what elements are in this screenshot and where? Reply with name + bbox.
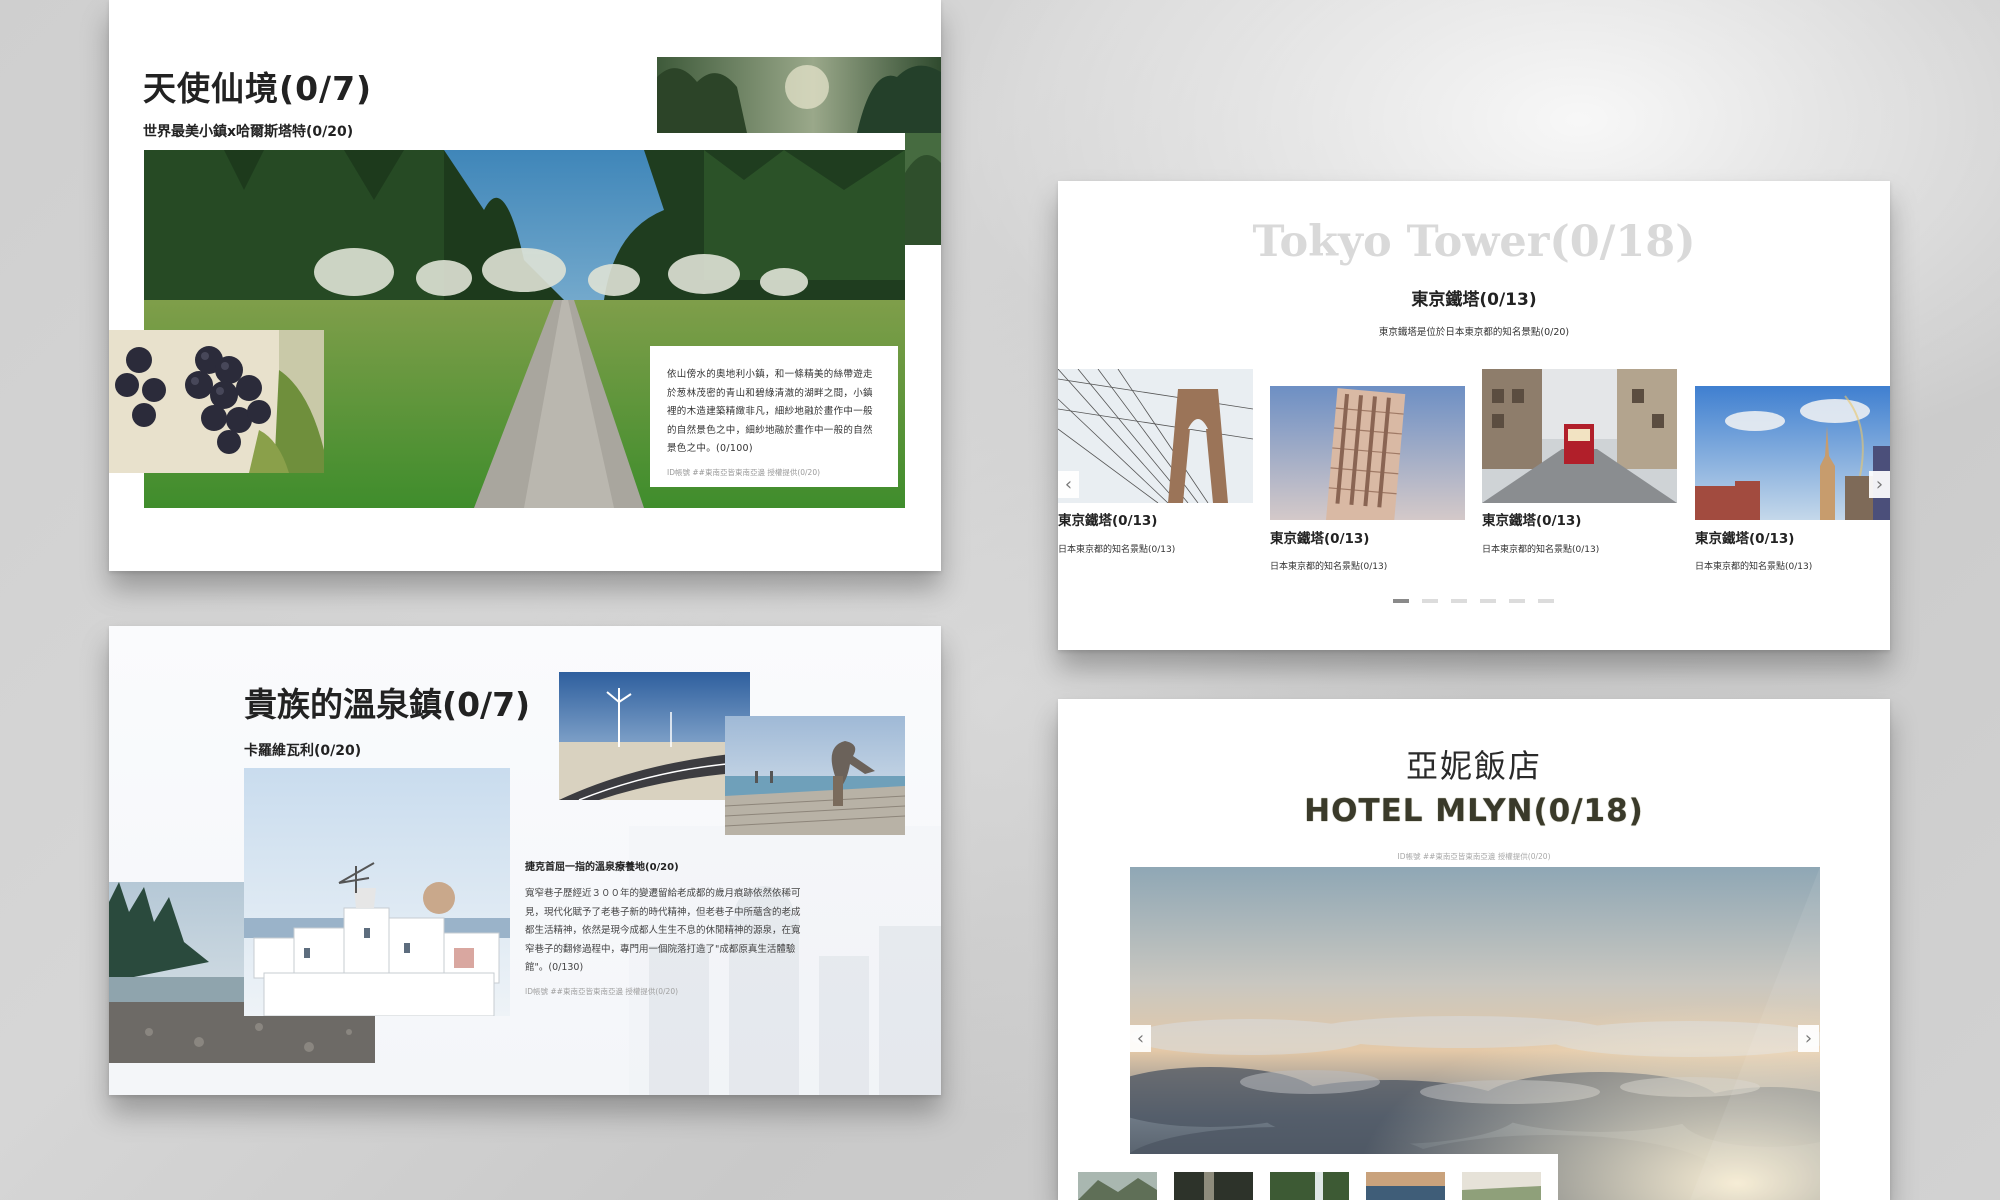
- photo-credit: ID帳號 ##東南亞皆東南亞邊 授權提供(0/20): [1397, 852, 1551, 861]
- thumbnail-misty-field[interactable]: [1462, 1172, 1541, 1200]
- slide-caption: 日本東京都的知名景點(0/13): [1058, 545, 1176, 555]
- hotel-hero-clouds-photo: [1130, 867, 1820, 1200]
- panel-title: 天使仙境(0/7): [143, 69, 373, 108]
- thumbnail-forest-dark[interactable]: [1174, 1172, 1253, 1200]
- thumbnail-waterfall[interactable]: [1270, 1172, 1349, 1200]
- carousel-next-button[interactable]: ›: [1869, 471, 1890, 498]
- panel-subtitle: 卡羅維瓦利(0/20): [244, 743, 362, 759]
- carousel-next-button[interactable]: ›: [1798, 1025, 1819, 1052]
- carousel-dot[interactable]: [1422, 599, 1438, 603]
- thumbnail-mountain[interactable]: [1078, 1172, 1157, 1200]
- slide-title[interactable]: 東京鐵塔(0/13): [1058, 509, 1157, 529]
- description-block: 捷克首屈一指的溫泉療養地(0/20) 寬窄巷子歷經近３００年的變遷留給老成都的歲…: [525, 858, 805, 997]
- carousel-dot[interactable]: [1451, 599, 1467, 603]
- description-text: 依山傍水的奧地利小鎮，和一條精美的絲帶遊走於葱林茂密的青山和碧綠清澈的湖畔之間，…: [667, 369, 873, 454]
- grapes-photo: [109, 330, 324, 473]
- description-text: 寬窄巷子歷經近３００年的變遷留給老成都的歲月痕跡依然依稀可見，現代化賦予了老巷子…: [525, 888, 801, 973]
- panel-title: 貴族的溫泉鎮(0/7): [244, 685, 531, 724]
- slide-title[interactable]: 東京鐵塔(0/13): [1270, 527, 1369, 547]
- carousel-dot-active[interactable]: [1393, 599, 1409, 603]
- panel-title: Tokyo Tower(0/18): [1252, 217, 1696, 267]
- forest-photo-strip: [905, 133, 941, 245]
- carousel-dot[interactable]: [1538, 599, 1554, 603]
- photo-credit: ID帳號 ##東南亞皆東南亞邊 授權提供(0/20): [525, 986, 679, 996]
- slide-photo-city-skyline[interactable]: [1695, 386, 1890, 520]
- slide-caption: 日本東京都的知名景點(0/13): [1695, 562, 1813, 572]
- pelican-pier-photo: [725, 716, 905, 835]
- carousel-dot[interactable]: [1480, 599, 1496, 603]
- photo-credit: ID帳號 ##東南亞皆東南亞邊 授權提供(0/20): [667, 467, 821, 477]
- santorini-town-photo: [244, 768, 510, 1016]
- panel-subtitle: 世界最美小鎮x哈爾斯塔特(0/20): [143, 124, 354, 140]
- panel-angel-wonderland: 天使仙境(0/7) 世界最美小鎮x哈爾斯塔特(0/20) 依山傍水的奧地利小鎮，…: [109, 0, 941, 571]
- panel-subtitle: HOTEL MLYN(0/18): [1304, 793, 1644, 829]
- slide-photo-leaning-tower[interactable]: [1270, 386, 1465, 520]
- carousel-dot[interactable]: [1509, 599, 1525, 603]
- panel-subtitle: 東京鐵塔(0/13): [1411, 290, 1537, 310]
- thumbnail-sunset-lake[interactable]: [1366, 1172, 1445, 1200]
- carousel-prev-button[interactable]: ‹: [1130, 1025, 1151, 1052]
- panel-tokyo-tower-carousel: Tokyo Tower(0/18) 東京鐵塔(0/13) 東京鐵塔是位於日本東京…: [1058, 181, 1890, 650]
- forest-photo-top: [657, 57, 941, 133]
- panel-noble-spa-town: 貴族的溫泉鎮(0/7) 卡羅維瓦利(0/20) 捷克首屈一指的溫泉療養地(0/2…: [109, 626, 941, 1095]
- carousel-prev-button[interactable]: ‹: [1058, 471, 1079, 498]
- panel-title: 亞妮飯店: [1405, 747, 1542, 785]
- slide-photo-bridge[interactable]: [1058, 369, 1253, 503]
- description-box: 依山傍水的奧地利小鎮，和一條精美的絲帶遊走於葱林茂密的青山和碧綠清澈的湖畔之間，…: [650, 346, 898, 487]
- slide-caption: 日本東京都的知名景點(0/13): [1270, 562, 1388, 572]
- slide-caption: 日本東京都的知名景點(0/13): [1482, 545, 1600, 555]
- panel-description: 東京鐵塔是位於日本東京都的知名景點(0/20): [1378, 327, 1570, 338]
- slide-title[interactable]: 東京鐵塔(0/13): [1695, 527, 1794, 547]
- panel-hotel-mlyn: 亞妮飯店 HOTEL MLYN(0/18) ID帳號 ##東南亞皆東南亞邊 授權…: [1058, 699, 1890, 1200]
- road-windmill-photo: [559, 672, 750, 800]
- slide-photo-street-tram[interactable]: [1482, 369, 1677, 503]
- slide-title[interactable]: 東京鐵塔(0/13): [1482, 509, 1581, 529]
- description-heading: 捷克首屈一指的溫泉療養地(0/20): [525, 862, 679, 873]
